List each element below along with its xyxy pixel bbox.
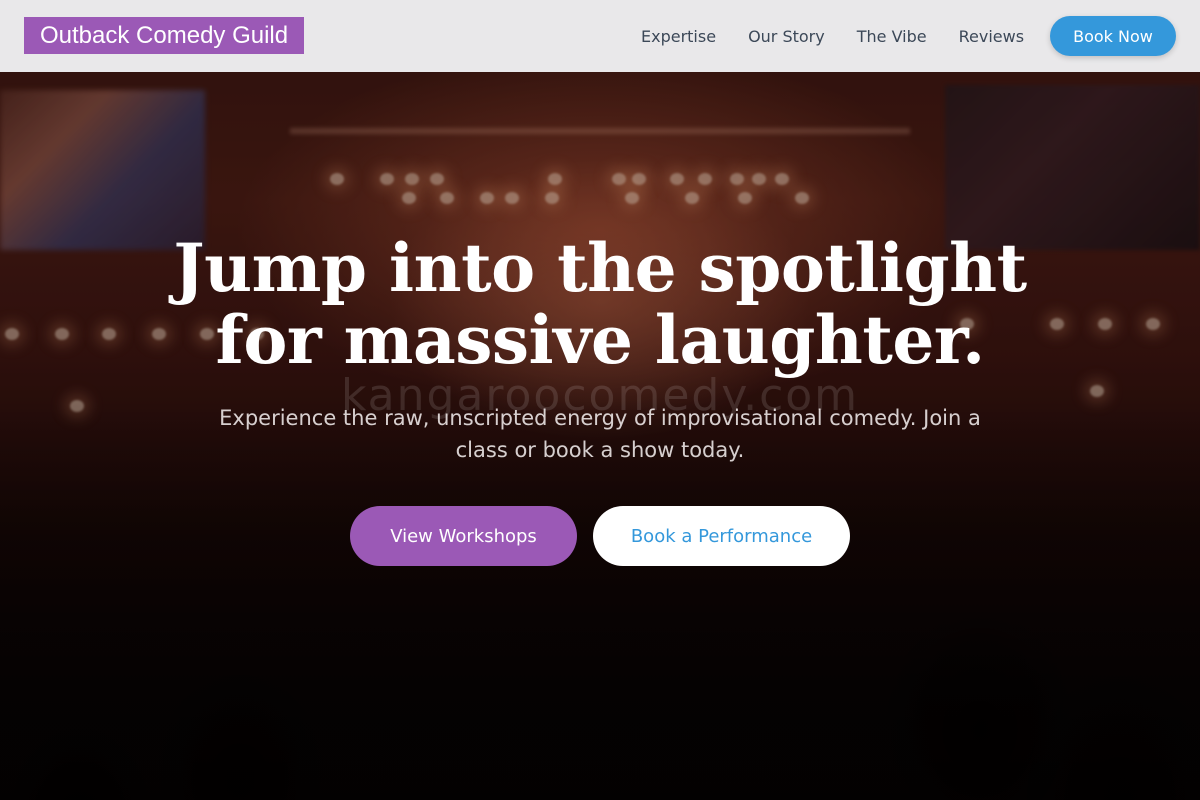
nav-link-the-vibe[interactable]: The Vibe (841, 27, 943, 46)
hero-section: Jump into the spotlight for massive laug… (100, 232, 1100, 466)
hero-title: Jump into the spotlight for massive laug… (100, 232, 1100, 376)
nav-link-our-story[interactable]: Our Story (732, 27, 841, 46)
hero-title-line-1: Jump into the spotlight (173, 229, 1027, 307)
view-workshops-button[interactable]: View Workshops (350, 506, 577, 566)
top-navbar: Outback Comedy Guild Expertise Our Story… (0, 0, 1200, 72)
nav-link-reviews[interactable]: Reviews (943, 27, 1040, 46)
book-now-button[interactable]: Book Now (1050, 16, 1176, 56)
page: Outback Comedy Guild Expertise Our Story… (0, 0, 1200, 800)
hero-title-line-2: for massive laughter. (215, 301, 985, 379)
nav-link-expertise[interactable]: Expertise (625, 27, 732, 46)
book-performance-button[interactable]: Book a Performance (593, 506, 850, 566)
brand-logo[interactable]: Outback Comedy Guild (24, 17, 305, 54)
nav-links: Expertise Our Story The Vibe Reviews (625, 0, 1040, 72)
hero-buttons: View Workshops Book a Performance (350, 506, 850, 566)
hero-subtitle: Experience the raw, unscripted energy of… (219, 406, 981, 462)
